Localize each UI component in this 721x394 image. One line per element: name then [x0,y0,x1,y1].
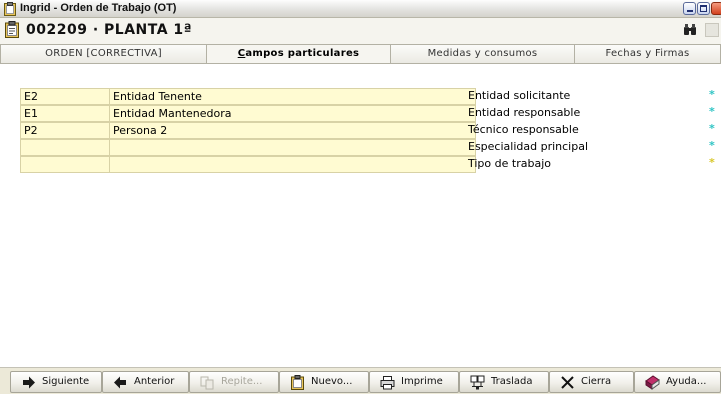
name-field[interactable]: Entidad Tenente [109,88,476,105]
traslada-label: Traslada [491,376,533,387]
anterior-button[interactable]: Anterior [102,371,189,393]
ayuda-label: Ayuda... [666,376,707,387]
anterior-label: Anterior [134,376,175,387]
name-field[interactable]: Persona 2 [109,122,476,139]
tab-medidas[interactable]: Medidas y consumos [390,44,575,63]
tab-fechas-label: Fechas y Firmas [605,48,690,59]
close-x-icon [561,376,574,389]
binoculars-icon[interactable] [683,24,697,36]
tab-strip: ORDEN [CORRECTIVA] Campos particulares M… [0,44,721,64]
record-title: 002209 · PLANTA 1ª [26,22,193,38]
nuevo-label: Nuevo... [311,376,353,387]
close-window-button[interactable] [711,2,721,15]
help-book-icon [645,375,660,390]
save-disk-icon[interactable] [705,23,719,37]
transfer-icon [470,375,485,390]
record-header: 002209 · PLANTA 1ª [0,18,721,44]
name-field[interactable] [109,156,476,173]
code-field[interactable]: E1 [20,105,110,122]
field-label: Entidad solicitante [468,89,571,102]
tab-medidas-label: Medidas y consumos [427,48,538,59]
app-window: Ingrid - Orden de Trabajo (OT) 002209 · … [0,0,721,394]
field-label: Técnico responsable [468,123,579,136]
printer-icon [380,376,395,390]
tab-orden[interactable]: ORDEN [CORRECTIVA] [0,44,207,63]
repite-label: Repite... [221,376,263,387]
cierra-label: Cierra [581,376,612,387]
cierra-button[interactable]: Cierra [549,371,634,393]
traslada-button[interactable]: Traslada [459,371,549,393]
tab-orden-label: ORDEN [CORRECTIVA] [45,48,162,59]
repite-button[interactable]: Repite... [189,371,279,393]
tab-campos-particulares[interactable]: Campos particulares [206,44,391,64]
imprime-button[interactable]: Imprime [369,371,459,393]
required-marker-icon: * [709,105,715,118]
arrow-left-icon [114,376,126,389]
maximize-button[interactable] [697,2,710,15]
repeat-icon [200,376,214,390]
required-marker-icon: * [709,156,715,169]
code-field[interactable]: E2 [20,88,110,105]
name-field[interactable] [109,139,476,156]
arrow-right-icon [23,376,35,389]
required-marker-icon: * [709,139,715,152]
tab-campos-label: ampos particulares [245,48,360,59]
nuevo-button[interactable]: Nuevo... [279,371,369,393]
imprime-label: Imprime [401,376,443,387]
code-field[interactable] [20,156,110,173]
name-field[interactable]: Entidad Mantenedora [109,105,476,122]
field-label: Especialidad principal [468,140,589,153]
code-field[interactable] [20,139,110,156]
window-title: Ingrid - Orden de Trabajo (OT) [20,2,177,14]
new-document-icon [291,375,304,390]
required-marker-icon: * [709,88,715,101]
title-bar[interactable]: Ingrid - Orden de Trabajo (OT) [0,0,721,18]
tab-fechas[interactable]: Fechas y Firmas [574,44,721,63]
minimize-button[interactable] [683,2,696,15]
required-marker-icon: * [709,122,715,135]
bottom-toolbar: Siguiente Anterior Repite... Nuevo... Im… [0,367,721,394]
clipboard-icon [5,21,19,38]
siguiente-button[interactable]: Siguiente [10,371,102,393]
ayuda-button[interactable]: Ayuda... [634,371,721,393]
campos-panel: E2 Entidad Tenente Entidad solicitante *… [0,63,721,367]
siguiente-label: Siguiente [42,376,90,387]
field-label: Entidad responsable [468,106,581,119]
field-label: Tipo de trabajo [468,157,551,170]
code-field[interactable]: P2 [20,122,110,139]
clipboard-icon [4,2,16,16]
